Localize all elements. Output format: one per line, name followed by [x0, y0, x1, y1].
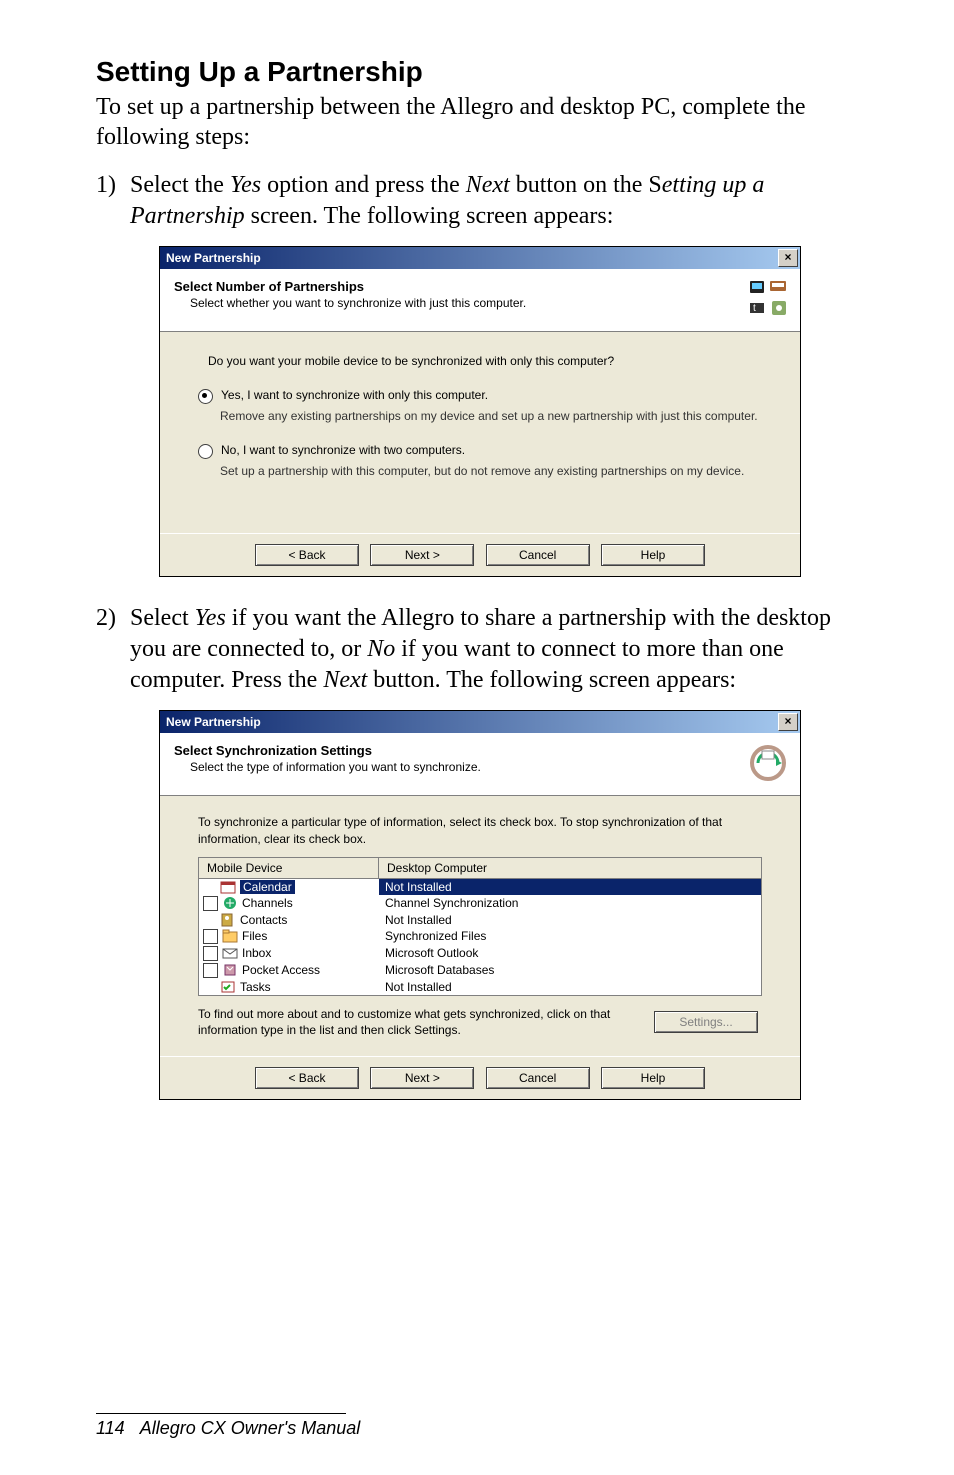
svg-text:t: t [753, 303, 756, 314]
item-desktop: Microsoft Outlook [379, 945, 761, 961]
inbox-icon [222, 946, 238, 960]
dialog-new-partnership-sync: New Partnership × Select Synchronization… [159, 710, 801, 1100]
page-number: 114 [96, 1418, 125, 1438]
column-desktop-computer[interactable]: Desktop Computer [379, 858, 761, 878]
back-button[interactable]: < Back [255, 544, 359, 566]
text: button on the S [510, 172, 662, 198]
column-mobile-device[interactable]: Mobile Device [199, 858, 379, 878]
text: Select [130, 605, 195, 631]
titlebar: New Partnership × [160, 247, 800, 269]
radio-yes[interactable]: Yes, I want to synchronize with only thi… [198, 388, 772, 404]
close-icon[interactable]: × [778, 713, 798, 731]
page-footer: 114 Allegro CX Owner's Manual [96, 1413, 360, 1439]
step-number: 2) [96, 603, 130, 697]
calendar-icon [220, 880, 236, 894]
radio-yes-description: Remove any existing partnerships on my d… [220, 408, 772, 424]
item-desktop: Microsoft Databases [379, 962, 761, 978]
list-item[interactable]: Pocket Access Microsoft Databases [199, 962, 761, 979]
text: screen. The following screen appears: [245, 203, 614, 229]
next-button[interactable]: Next > [370, 544, 474, 566]
window-title: New Partnership [166, 251, 778, 265]
help-button[interactable]: Help [601, 544, 705, 566]
listview-header: Mobile Device Desktop Computer [199, 858, 761, 879]
checkbox[interactable] [203, 896, 218, 911]
step-1: 1) Select the Yes option and press the N… [96, 170, 864, 232]
button-row: < Back Next > Cancel Help [160, 1056, 800, 1099]
step-number: 1) [96, 170, 130, 232]
header-title: Select Synchronization Settings [174, 743, 740, 758]
question-text: Do you want your mobile device to be syn… [208, 354, 772, 368]
header-title: Select Number of Partnerships [174, 279, 740, 294]
contacts-icon [220, 913, 236, 927]
files-icon [222, 929, 238, 943]
text-italic: Yes [230, 172, 261, 198]
radio-icon [198, 444, 213, 459]
close-icon[interactable]: × [778, 249, 798, 267]
text: Select the [130, 172, 230, 198]
item-name: Channels [242, 896, 293, 910]
cancel-button[interactable]: Cancel [486, 1067, 590, 1089]
dialog-new-partnership-number: New Partnership × Select Number of Partn… [159, 246, 801, 576]
item-desktop: Not Installed [379, 979, 761, 995]
dialog-header: Select Number of Partnerships Select whe… [160, 269, 800, 332]
item-name: Files [242, 929, 267, 943]
item-name: Pocket Access [242, 963, 320, 977]
back-button[interactable]: < Back [255, 1067, 359, 1089]
sync-info-icon [748, 743, 788, 783]
window-title: New Partnership [166, 715, 778, 729]
list-item[interactable]: Inbox Microsoft Outlook [199, 945, 761, 962]
radio-label: Yes, I want to synchronize with only thi… [221, 388, 488, 402]
text-italic: No [367, 636, 395, 662]
text: option and press the [261, 172, 466, 198]
item-desktop: Not Installed [379, 879, 761, 895]
list-item[interactable]: Calendar Not Installed [199, 879, 761, 895]
pocket-access-icon [222, 963, 238, 977]
sync-intro-text: To synchronize a particular type of info… [198, 814, 780, 846]
step-2: 2) Select Yes if you want the Allegro to… [96, 603, 864, 697]
intro-paragraph: To set up a partnership between the Alle… [96, 92, 864, 152]
settings-button[interactable]: Settings... [654, 1011, 758, 1033]
next-button[interactable]: Next > [370, 1067, 474, 1089]
text-italic: Yes [195, 605, 226, 631]
header-subtitle: Select whether you want to synchronize w… [174, 296, 740, 310]
tasks-icon [220, 980, 236, 994]
item-name: Inbox [242, 946, 271, 960]
item-desktop: Synchronized Files [379, 928, 761, 944]
item-desktop: Not Installed [379, 912, 761, 928]
titlebar: New Partnership × [160, 711, 800, 733]
item-name: Contacts [240, 913, 287, 927]
channels-icon [222, 896, 238, 910]
settings-hint: To find out more about and to customize … [198, 1006, 650, 1038]
help-button[interactable]: Help [601, 1067, 705, 1089]
list-item[interactable]: Contacts Not Installed [199, 912, 761, 928]
manual-title: Allegro CX Owner's Manual [140, 1418, 361, 1438]
checkbox[interactable] [203, 946, 218, 961]
header-subtitle: Select the type of information you want … [174, 760, 740, 774]
radio-icon [198, 389, 213, 404]
dialog-header: Select Synchronization Settings Select t… [160, 733, 800, 796]
text: button. The following screen appears: [367, 667, 736, 693]
cancel-button[interactable]: Cancel [486, 544, 590, 566]
item-desktop: Channel Synchronization [379, 895, 761, 911]
checkbox[interactable] [203, 963, 218, 978]
checkbox[interactable] [203, 929, 218, 944]
list-item[interactable]: Tasks Not Installed [199, 979, 761, 995]
list-item[interactable]: Files Synchronized Files [199, 928, 761, 945]
radio-no-description: Set up a partnership with this computer,… [220, 463, 772, 479]
item-name: Tasks [240, 980, 271, 994]
text-italic: Next [323, 667, 367, 693]
section-heading: Setting Up a Partnership [96, 56, 864, 88]
button-row: < Back Next > Cancel Help [160, 533, 800, 576]
text-italic: Next [466, 172, 510, 198]
partnership-icon: t [748, 279, 788, 319]
sync-listview[interactable]: Mobile Device Desktop Computer Calendar N… [198, 857, 762, 996]
radio-label: No, I want to synchronize with two compu… [221, 443, 465, 457]
list-item[interactable]: Channels Channel Synchronization [199, 895, 761, 912]
item-name: Calendar [240, 880, 295, 894]
radio-no[interactable]: No, I want to synchronize with two compu… [198, 443, 772, 459]
